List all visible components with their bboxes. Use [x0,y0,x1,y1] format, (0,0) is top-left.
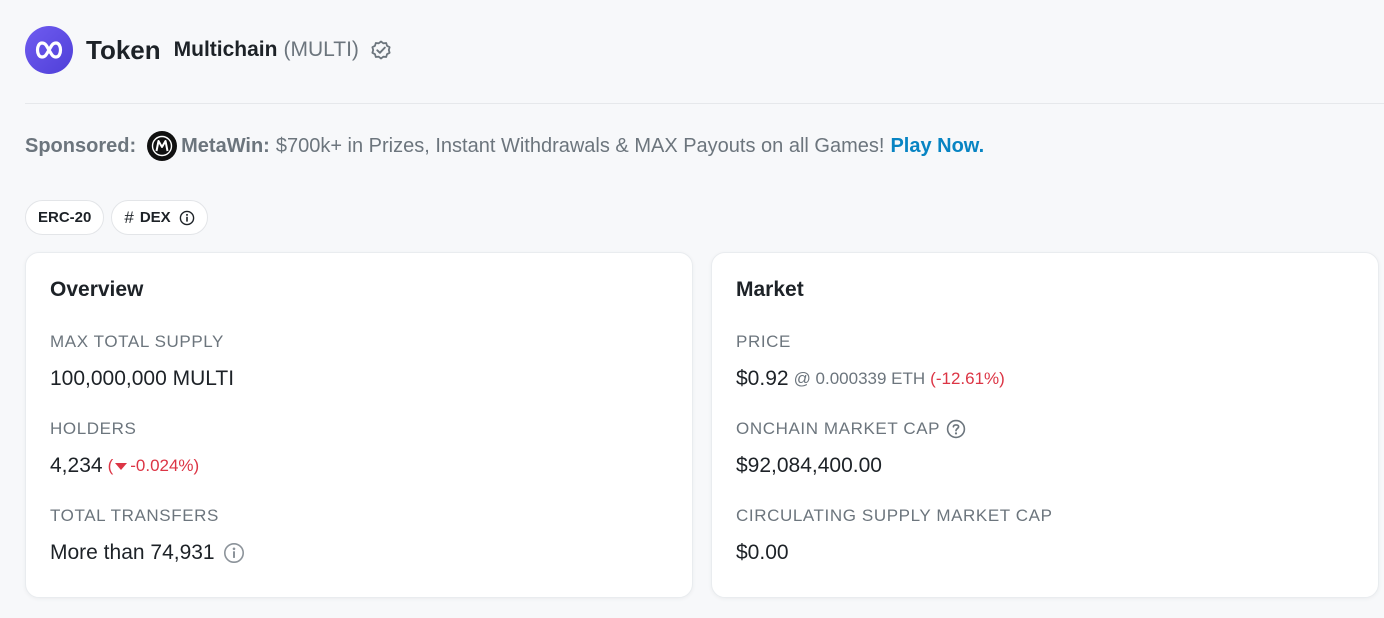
multichain-logo-icon [25,26,73,74]
verified-check-icon[interactable] [369,38,393,62]
price-change: (-12.61%) [930,369,1005,388]
transfers-label: TOTAL TRANSFERS [50,506,219,525]
page-title: Token [86,34,161,65]
holders-label: HOLDERS [50,419,137,438]
erc20-tag-label: ERC-20 [38,209,92,226]
token-name: Multichain [173,38,278,61]
transfers-value: More than 74,931 [50,541,215,564]
circ-cap-label: CIRCULATING SUPPLY MARKET CAP [736,506,1053,525]
holders-row: 4,234 ( -0.024%) [50,453,668,479]
dex-tag[interactable]: # DEX [111,200,208,235]
max-supply-label: MAX TOTAL SUPPLY [50,332,224,351]
transfers-field: TOTAL TRANSFERS More than 74,931 [50,505,668,566]
max-supply-value: 100,000,000 MULTI [50,367,235,390]
page-header: Token Multichain (MULTI) [25,25,393,75]
holders-change-open: ( [107,456,114,475]
caret-down-icon [115,463,128,471]
holders-value: 4,234 [50,454,103,477]
hash-icon: # [124,207,134,227]
transfers-row: More than 74,931 [50,540,668,566]
sponsored-text: $700k+ in Prizes, Instant Withdrawals & … [275,134,885,157]
circ-cap-field: CIRCULATING SUPPLY MARKET CAP $0.00 [736,505,1354,566]
sponsored-banner: Sponsored: MetaWin: $700k+ in Prizes, In… [25,130,984,162]
circ-cap-value: $0.00 [736,541,789,564]
play-now-link[interactable]: Play Now. [890,135,984,158]
price-label: PRICE [736,332,791,351]
token-symbol: (MULTI) [283,38,359,61]
sponsored-brand: MetaWin: [181,134,270,157]
info-icon[interactable] [223,542,245,564]
dex-tag-label: DEX [139,209,171,226]
onchain-cap-value: $92,084,400.00 [736,454,882,477]
onchain-cap-label-row: ONCHAIN MARKET CAP [736,418,1354,440]
price-field: PRICE $0.92 @ 0.000339 ETH (-12.61%) [736,331,1354,392]
overview-card: Overview MAX TOTAL SUPPLY 100,000,000 MU… [25,252,693,598]
price-row: $0.92 @ 0.000339 ETH (-12.61%) [736,366,1354,392]
metawin-logo-icon [147,131,178,161]
token-tags: ERC-20 # DEX [25,200,208,235]
onchain-cap-field: ONCHAIN MARKET CAP $92,084,400.00 [736,418,1354,479]
info-icon[interactable] [179,210,195,226]
header-divider [25,103,1384,104]
market-title: Market [736,278,804,301]
erc20-tag[interactable]: ERC-20 [25,200,105,235]
price-eth: @ 0.000339 ETH [793,369,926,388]
overview-title: Overview [50,278,144,301]
max-supply-field: MAX TOTAL SUPPLY 100,000,000 MULTI [50,331,668,392]
onchain-cap-label: ONCHAIN MARKET CAP [736,419,941,438]
holders-field: HOLDERS 4,234 ( -0.024%) [50,418,668,479]
question-circle-icon[interactable] [946,419,966,439]
sponsored-label: Sponsored: [25,134,137,157]
market-card: Market PRICE $0.92 @ 0.000339 ETH (-12.6… [711,252,1379,598]
holders-change-value: -0.024%) [130,456,200,475]
holders-change: ( -0.024%) [108,453,200,479]
price-value: $0.92 [736,367,789,390]
